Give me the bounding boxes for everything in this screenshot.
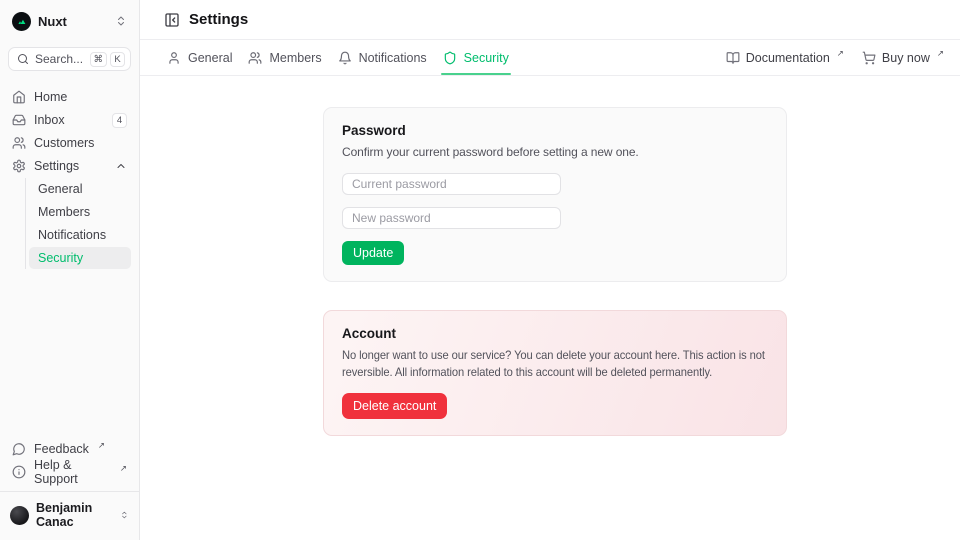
external-link-icon: ↗: [98, 440, 105, 451]
tab-bar: General Members Notifications Security D…: [140, 40, 960, 76]
home-icon: [12, 90, 26, 104]
sidebar-item-label: Feedback: [34, 442, 89, 456]
panel-left-close-icon[interactable]: [164, 12, 180, 28]
buy-now-label: Buy now: [882, 51, 930, 65]
workspace-name: Nuxt: [38, 14, 67, 29]
sidebar-subitem-label: Members: [38, 205, 90, 219]
workspace-selector[interactable]: Nuxt: [8, 8, 131, 34]
documentation-label: Documentation: [746, 51, 830, 65]
sidebar-subitem-members[interactable]: Members: [29, 201, 131, 223]
sidebar-nav: Home Inbox 4 Customers Settings General …: [8, 86, 131, 269]
password-card-description: Confirm your current password before set…: [342, 144, 768, 161]
sidebar: Nuxt Search... ⌘ K Home Inbox 4 Customer…: [0, 0, 140, 540]
search-icon: [17, 53, 29, 65]
sidebar-subitem-label: General: [38, 182, 82, 196]
buy-now-link[interactable]: Buy now ↗: [862, 40, 944, 75]
users-icon: [12, 136, 26, 150]
sidebar-subitem-security[interactable]: Security: [29, 247, 131, 269]
documentation-link[interactable]: Documentation ↗: [726, 40, 844, 75]
sidebar-item-settings[interactable]: Settings: [8, 155, 131, 177]
inbox-count-badge: 4: [112, 113, 127, 128]
account-description-line: reversible. All information related to t…: [342, 364, 738, 381]
chevron-up-icon: [115, 160, 127, 172]
header-actions: Documentation ↗ Buy now ↗: [726, 40, 944, 75]
external-link-icon: ↗: [937, 48, 944, 59]
current-password-field[interactable]: [342, 173, 561, 195]
kbd-meta: ⌘: [90, 52, 108, 67]
external-link-icon: ↗: [120, 463, 127, 474]
password-card: Password Confirm your current password b…: [323, 107, 787, 282]
sidebar-item-label: Settings: [34, 159, 79, 173]
book-open-icon: [726, 51, 740, 65]
kbd-k: K: [110, 52, 125, 67]
account-card: Account No longer want to use our servic…: [323, 310, 787, 436]
tab-label: Members: [269, 51, 321, 65]
sidebar-item-home[interactable]: Home: [8, 86, 131, 108]
shopping-cart-icon: [862, 51, 876, 65]
users-icon: [248, 51, 262, 65]
sidebar-footer: Feedback ↗ Help & Support ↗: [8, 438, 131, 483]
page-header: Settings: [140, 0, 960, 40]
sidebar-item-customers[interactable]: Customers: [8, 132, 131, 154]
user-menu[interactable]: Benjamin Canac: [0, 491, 139, 532]
tab-label: Notifications: [359, 51, 427, 65]
sidebar-subitem-general[interactable]: General: [29, 178, 131, 200]
sidebar-item-label: Help & Support: [34, 458, 111, 486]
chevrons-up-down-icon: [120, 509, 129, 521]
delete-account-button[interactable]: Delete account: [342, 393, 447, 419]
avatar: [10, 506, 29, 525]
password-card-title: Password: [342, 123, 768, 138]
sidebar-item-inbox[interactable]: Inbox 4: [8, 109, 131, 131]
sidebar-item-help-support[interactable]: Help & Support ↗: [8, 461, 131, 483]
update-password-button[interactable]: Update: [342, 241, 404, 265]
tab-label: Security: [464, 51, 509, 65]
message-circle-icon: [12, 442, 26, 456]
sidebar-subitem-label: Notifications: [38, 228, 106, 242]
account-card-description: No longer want to use our service? You c…: [342, 347, 768, 381]
new-password-field[interactable]: [342, 207, 561, 229]
settings-subnav: General Members Notifications Security: [25, 178, 131, 269]
account-description-line: No longer want to use our service? You c…: [342, 347, 738, 364]
external-link-icon: ↗: [837, 48, 844, 59]
settings-security-panel: Password Confirm your current password b…: [140, 76, 960, 540]
account-card-title: Account: [342, 326, 768, 341]
tab-label: General: [188, 51, 232, 65]
bell-icon: [338, 51, 352, 65]
chevrons-up-down-icon: [115, 15, 127, 27]
sidebar-item-label: Inbox: [34, 113, 65, 127]
info-circle-icon: [12, 465, 26, 479]
page-title: Settings: [189, 11, 248, 28]
search-placeholder: Search...: [35, 52, 83, 66]
tab-general[interactable]: General: [167, 40, 232, 75]
sidebar-item-label: Home: [34, 90, 67, 104]
sidebar-item-feedback[interactable]: Feedback ↗: [8, 438, 131, 460]
tab-members[interactable]: Members: [248, 40, 321, 75]
gear-icon: [12, 159, 26, 173]
sidebar-subitem-label: Security: [38, 251, 83, 265]
inbox-icon: [12, 113, 26, 127]
nuxt-logo-icon: [12, 12, 31, 31]
user-icon: [167, 51, 181, 65]
tab-notifications[interactable]: Notifications: [338, 40, 427, 75]
user-name: Benjamin Canac: [36, 501, 106, 529]
shield-icon: [443, 51, 457, 65]
sidebar-subitem-notifications[interactable]: Notifications: [29, 224, 131, 246]
search-input[interactable]: Search... ⌘ K: [8, 47, 131, 71]
tabs: General Members Notifications Security: [167, 40, 509, 75]
tab-security[interactable]: Security: [443, 40, 509, 75]
sidebar-item-label: Customers: [34, 136, 94, 150]
main-area: Settings General Members Notifications S…: [140, 0, 960, 540]
